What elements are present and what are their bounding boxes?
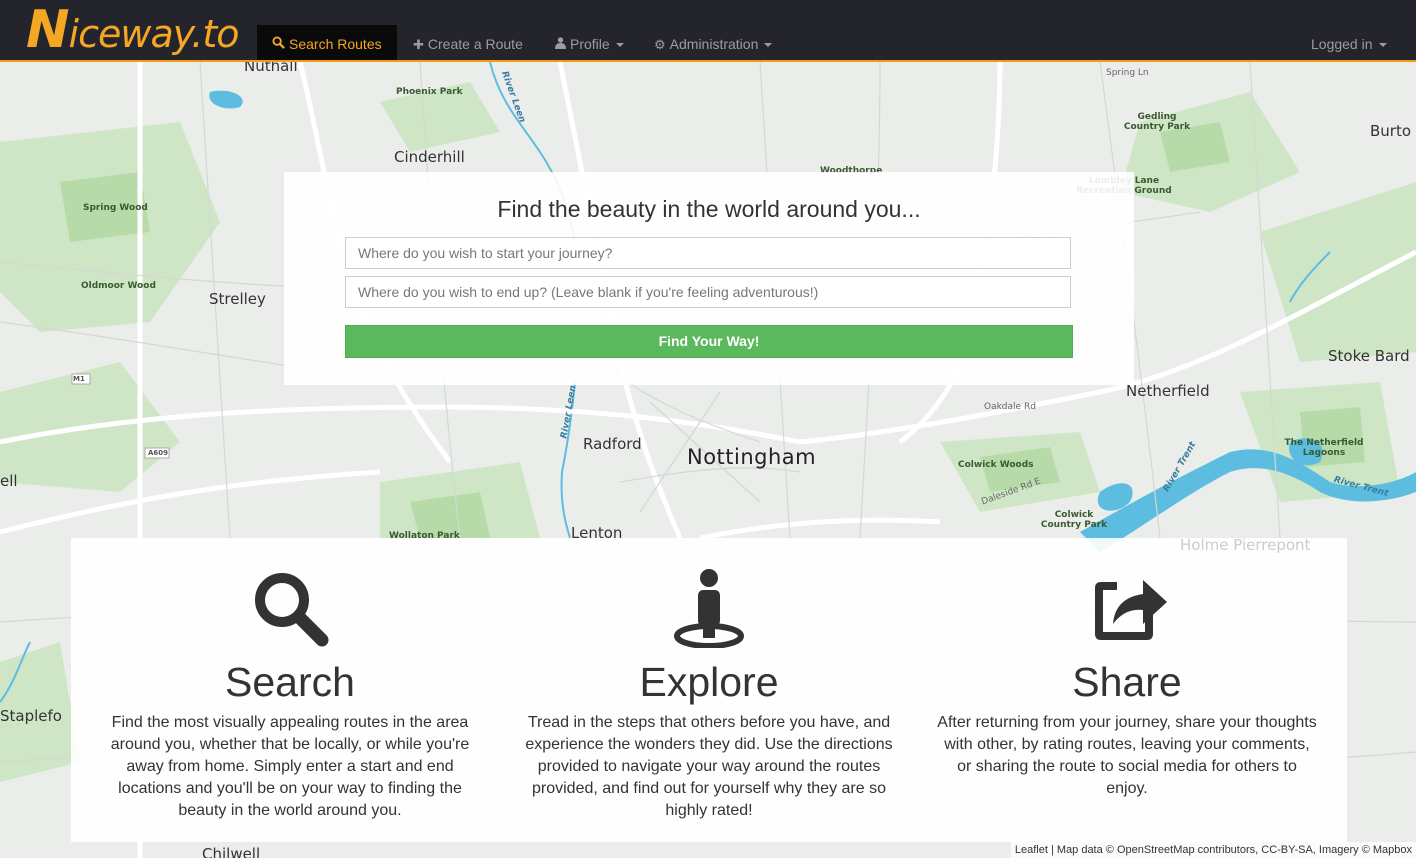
place-label: Stoke Bard bbox=[1328, 347, 1410, 365]
road-label: Spring Ln bbox=[1106, 68, 1149, 78]
nav-administration[interactable]: ⚙ Administration bbox=[654, 25, 773, 60]
park-label: Colwick Woods bbox=[958, 460, 1034, 470]
nav-search-routes[interactable]: Search Routes bbox=[257, 25, 397, 60]
park-label: Colwick Country Park bbox=[1040, 510, 1108, 530]
road-shield-m1: M1 bbox=[73, 375, 85, 383]
nav-create-route[interactable]: ✚ Create a Route bbox=[413, 25, 523, 60]
road-shield-a609: A609 bbox=[148, 449, 169, 457]
place-label: Strelley bbox=[209, 290, 266, 308]
search-panel: Find the beauty in the world around you.… bbox=[284, 172, 1134, 385]
chevron-down-icon bbox=[764, 43, 773, 48]
place-label: Chilwell bbox=[202, 845, 261, 858]
place-label: Radford bbox=[583, 435, 642, 453]
nav-profile[interactable]: Profile bbox=[555, 25, 624, 60]
place-label: Nottingham bbox=[687, 445, 817, 469]
feature-title: Search bbox=[225, 659, 355, 705]
chevron-down-icon bbox=[1378, 43, 1387, 48]
map-attribution[interactable]: Leaflet | Map data © OpenStreetMap contr… bbox=[1010, 842, 1416, 858]
find-your-way-button[interactable]: Find Your Way! bbox=[345, 325, 1073, 358]
place-label: ell bbox=[0, 472, 18, 490]
park-label: Spring Wood bbox=[83, 203, 148, 213]
nav-account[interactable]: Logged in bbox=[1311, 25, 1387, 60]
brand-logo[interactable]: Niceway.to bbox=[26, 0, 239, 60]
road-label: Oakdale Rd bbox=[984, 402, 1036, 412]
place-label: Burto bbox=[1370, 122, 1412, 140]
park-label: Phoenix Park bbox=[396, 87, 463, 97]
search-icon bbox=[272, 26, 285, 64]
place-label: Cinderhill bbox=[394, 148, 465, 166]
search-icon bbox=[250, 568, 330, 648]
features-panel: Search Find the most visually appealing … bbox=[71, 538, 1347, 842]
park-label: Gedling Country Park bbox=[1123, 112, 1191, 132]
chevron-down-icon bbox=[615, 43, 624, 48]
gears-icon: ⚙ bbox=[654, 37, 666, 52]
place-label: Nuthall bbox=[244, 62, 298, 75]
plus-icon: ✚ bbox=[413, 37, 424, 52]
park-label: The Netherfield Lagoons bbox=[1284, 438, 1364, 458]
feature-text: After returning from your journey, share… bbox=[937, 714, 1317, 797]
feature-text: Find the most visually appealing routes … bbox=[110, 714, 470, 819]
feature-title: Share bbox=[1072, 659, 1182, 705]
search-title: Find the beauty in the world around you.… bbox=[497, 196, 921, 222]
park-label: Oldmoor Wood bbox=[81, 281, 156, 291]
place-label: Holme Pierrepont bbox=[1180, 536, 1311, 554]
start-location-input[interactable] bbox=[345, 237, 1071, 269]
feature-text: Tread in the steps that others before yo… bbox=[525, 714, 893, 819]
place-label: Staplefo bbox=[0, 707, 62, 725]
street-view-icon bbox=[669, 568, 749, 649]
end-location-input[interactable] bbox=[345, 276, 1071, 308]
feature-title: Explore bbox=[639, 659, 779, 705]
user-icon bbox=[555, 26, 566, 64]
navbar: Niceway.to Search Routes ✚ Create a Route… bbox=[0, 0, 1416, 62]
share-icon bbox=[1087, 568, 1167, 648]
place-label: Netherfield bbox=[1126, 382, 1210, 400]
